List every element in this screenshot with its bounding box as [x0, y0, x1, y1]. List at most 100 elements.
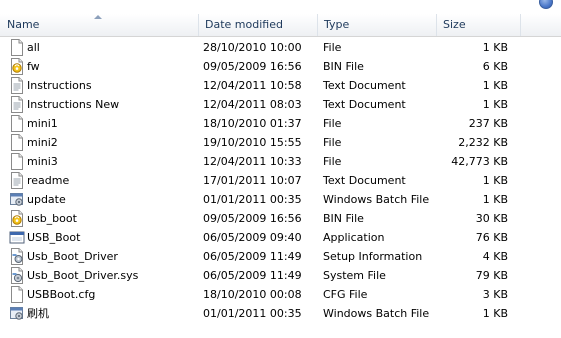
file-type: System File: [323, 269, 386, 282]
file-row[interactable]: Instructions New 12/04/2011 08:03 Text Doc…: [0, 95, 561, 114]
file-size: 3 KB: [482, 288, 508, 301]
file-row[interactable]: all 28/10/2010 10:00 File 1 KB: [0, 38, 561, 57]
file-type: CFG File: [323, 288, 368, 301]
file-row[interactable]: mini2 19/10/2010 15:55 File 2,232 KB: [0, 133, 561, 152]
column-header-date-modified-label: Date modified: [205, 18, 283, 31]
file-name: USB_Boot: [27, 231, 81, 244]
text-document-icon: [11, 96, 23, 113]
file-row[interactable]: mini3 12/04/2011 10:33 File 42,773 KB: [0, 152, 561, 171]
file-name: mini2: [27, 136, 58, 149]
file-date-modified: 09/05/2009 16:56: [203, 60, 302, 73]
column-header-size-label: Size: [443, 18, 466, 31]
file-date-modified: 09/05/2009 16:56: [203, 212, 302, 225]
file-size: 1 KB: [482, 41, 508, 54]
sort-ascending-icon: [94, 15, 102, 19]
text-document-icon: [11, 172, 23, 189]
file-name: fw: [27, 60, 40, 73]
file-name: Usb_Boot_Driver.sys: [27, 269, 139, 282]
file-name: Usb_Boot_Driver: [27, 250, 118, 263]
file-name: 刷机: [27, 307, 49, 320]
file-size: 2,232 KB: [458, 136, 508, 149]
file-name: all: [27, 41, 40, 54]
file-explorer: Name Date modified Type Size all 28/10/20…: [0, 0, 561, 338]
file-size: 1 KB: [482, 193, 508, 206]
file-type: File: [323, 117, 342, 130]
column-divider[interactable]: [520, 14, 521, 36]
file-type: BIN File: [323, 60, 364, 73]
file-row[interactable]: readme 17/01/2011 10:07 Text Document 1 KB: [0, 171, 561, 190]
file-row[interactable]: fw 09/05/2009 16:56 BIN File 6 KB: [0, 57, 561, 76]
file-type: File: [323, 155, 342, 168]
file-name: update: [27, 193, 66, 206]
file-type: File: [323, 41, 342, 54]
file-size: 42,773 KB: [451, 155, 508, 168]
file-size: 1 KB: [482, 174, 508, 187]
file-date-modified: 01/01/2011 00:35: [203, 307, 302, 320]
file-type: Windows Batch File: [323, 193, 430, 206]
file-size: 6 KB: [482, 60, 508, 73]
generic-file-icon: [11, 153, 23, 170]
file-size: 1 KB: [482, 98, 508, 111]
column-header-size[interactable]: Size: [436, 14, 520, 36]
batch-file-icon: [10, 307, 23, 320]
file-date-modified: 12/04/2011 10:58: [203, 79, 302, 92]
file-name: usb_boot: [27, 212, 77, 225]
file-type: BIN File: [323, 212, 364, 225]
file-type: File: [323, 136, 342, 149]
file-row[interactable]: USBBoot.cfg 18/10/2010 00:08 CFG File 3 KB: [0, 285, 561, 304]
file-type: Setup Information: [323, 250, 423, 263]
system-file-icon: [11, 267, 23, 284]
file-row[interactable]: USB_Boot 06/05/2009 09:40 Application 76 KB: [0, 228, 561, 247]
file-size: 1 KB: [482, 307, 508, 320]
file-name: USBBoot.cfg: [27, 288, 96, 301]
file-date-modified: 06/05/2009 11:49: [203, 250, 302, 263]
column-header-bar: Name Date modified Type Size: [0, 14, 561, 37]
column-header-type-label: Type: [324, 18, 350, 31]
file-type: Text Document: [323, 79, 406, 92]
file-row[interactable]: update 01/01/2011 00:35 Windows Batch File…: [0, 190, 561, 209]
generic-file-icon: [11, 134, 23, 151]
file-name: Instructions: [27, 79, 92, 92]
file-date-modified: 06/05/2009 09:40: [203, 231, 302, 244]
file-date-modified: 01/01/2011 00:35: [203, 193, 302, 206]
file-row[interactable]: 刷机 01/01/2011 00:35 Windows Batch File 1 KB: [0, 304, 561, 323]
column-header-name[interactable]: Name: [0, 14, 198, 36]
file-row[interactable]: mini1 18/10/2010 01:37 File 237 KB: [0, 114, 561, 133]
file-date-modified: 18/10/2010 01:37: [203, 117, 302, 130]
column-header-type[interactable]: Type: [317, 14, 436, 36]
file-date-modified: 17/01/2011 10:07: [203, 174, 302, 187]
generic-file-icon: [11, 39, 23, 56]
bin-file-icon: [11, 58, 23, 75]
column-header-name-label: Name: [7, 18, 40, 31]
file-type: Text Document: [323, 98, 406, 111]
file-type: Application: [323, 231, 385, 244]
file-type: Text Document: [323, 174, 406, 187]
file-row[interactable]: Usb_Boot_Driver.sys 06/05/2009 11:49 Syste…: [0, 266, 561, 285]
file-date-modified: 12/04/2011 08:03: [203, 98, 302, 111]
generic-file-icon: [11, 115, 23, 132]
file-date-modified: 06/05/2009 11:49: [203, 269, 302, 282]
file-row[interactable]: Instructions 12/04/2011 10:58 Text Documen…: [0, 76, 561, 95]
bin-file-icon: [11, 210, 23, 227]
file-name: mini1: [27, 117, 58, 130]
file-name: readme: [27, 174, 70, 187]
file-size: 79 KB: [475, 269, 508, 282]
column-header-date-modified[interactable]: Date modified: [198, 14, 317, 36]
file-date-modified: 19/10/2010 15:55: [203, 136, 302, 149]
file-size: 1 KB: [482, 79, 508, 92]
application-icon: [9, 231, 25, 244]
file-type: Windows Batch File: [323, 307, 430, 320]
file-name: Instructions New: [27, 98, 120, 111]
help-icon[interactable]: [539, 0, 553, 9]
file-row[interactable]: Usb_Boot_Driver 06/05/2009 11:49 Setup Inf…: [0, 247, 561, 266]
file-size: 4 KB: [482, 250, 508, 263]
file-size: 76 KB: [475, 231, 508, 244]
text-document-icon: [11, 77, 23, 94]
file-size: 30 KB: [475, 212, 508, 225]
file-date-modified: 18/10/2010 00:08: [203, 288, 302, 301]
file-date-modified: 12/04/2011 10:33: [203, 155, 302, 168]
file-date-modified: 28/10/2010 10:00: [203, 41, 302, 54]
generic-file-icon: [11, 286, 23, 303]
batch-file-icon: [10, 193, 23, 206]
file-row[interactable]: usb_boot 09/05/2009 16:56 BIN File 30 KB: [0, 209, 561, 228]
